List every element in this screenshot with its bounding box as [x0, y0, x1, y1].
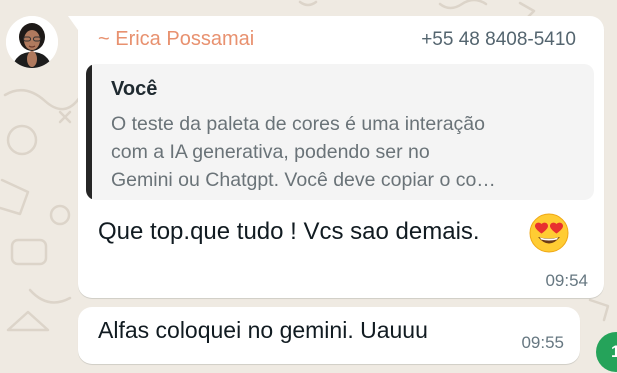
unread-count: 1 — [611, 342, 617, 361]
message-text: Que top.que tudo ! Vcs sao demais. — [98, 218, 480, 245]
quoted-message[interactable]: Você O teste da paleta de cores é uma in… — [86, 64, 594, 200]
sender-phone[interactable]: +55 48 8408-5410 — [421, 29, 576, 51]
message-bubble-incoming[interactable]: Alfas coloquei no gemini. Uauuu 09:55 — [78, 307, 580, 364]
quote-author: Você — [111, 78, 158, 100]
avatar-portrait-icon — [6, 16, 58, 68]
message-text: Alfas coloquei no gemini. Uauuu — [98, 317, 428, 343]
bubble-tail — [68, 16, 78, 30]
quote-bar — [86, 64, 92, 200]
sender-avatar[interactable] — [6, 16, 58, 68]
sender-name[interactable]: ~ Erica Possamai — [98, 28, 254, 51]
quote-text: O teste da paleta de cores é uma interaç… — [111, 113, 496, 191]
heart-eyes-emoji-icon — [529, 213, 569, 253]
message-time: 09:54 — [545, 271, 588, 290]
message-bubble-incoming[interactable]: ~ Erica Possamai +55 48 8408-5410 Você O… — [68, 16, 604, 298]
message-time: 09:55 — [521, 333, 564, 352]
